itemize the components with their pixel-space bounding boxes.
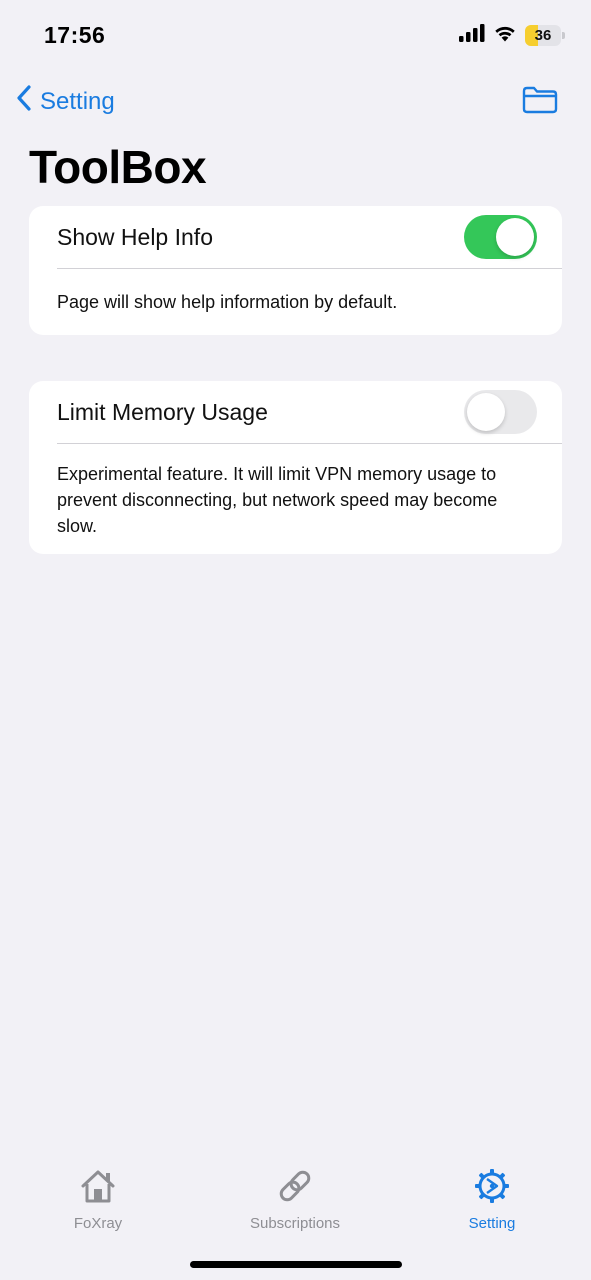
chevron-left-icon: [16, 84, 32, 119]
setting-description: Page will show help information by defau…: [57, 292, 398, 312]
gear-icon: [473, 1168, 511, 1209]
status-icons: 36: [459, 24, 565, 47]
status-time: 17:56: [44, 22, 106, 48]
wifi-icon: [493, 24, 517, 47]
battery-level: 36: [534, 27, 552, 44]
navigation-bar: Setting: [0, 82, 591, 122]
link-icon: [276, 1168, 314, 1209]
tab-subscriptions[interactable]: Subscriptions: [215, 1168, 375, 1232]
limit-memory-usage-toggle[interactable]: [464, 390, 537, 434]
home-indicator: [190, 1261, 402, 1268]
setting-card-show-help-info: Show Help Info Page will show help infor…: [29, 206, 562, 335]
setting-description: Experimental feature. It will limit VPN …: [57, 464, 498, 536]
tab-foxray[interactable]: FoXray: [18, 1168, 178, 1232]
setting-card-limit-memory-usage: Limit Memory Usage Experimental feature.…: [29, 381, 562, 554]
show-help-info-toggle[interactable]: [464, 215, 537, 259]
status-bar: 17:56 36: [0, 0, 591, 70]
setting-row: Limit Memory Usage: [29, 381, 562, 443]
home-icon: [78, 1168, 118, 1209]
setting-label: Show Help Info: [57, 223, 213, 250]
toggle-knob: [496, 218, 534, 256]
battery-icon: 36: [525, 25, 565, 46]
back-button[interactable]: Setting: [16, 84, 115, 119]
folder-icon: [521, 86, 559, 119]
back-label: Setting: [40, 87, 115, 115]
cellular-signal-icon: [459, 24, 485, 47]
tab-setting[interactable]: Setting: [412, 1168, 572, 1232]
page-title: ToolBox: [29, 141, 207, 193]
tab-bar: FoXray Subscriptions Setting: [0, 1160, 591, 1240]
tab-label: Setting: [468, 1215, 516, 1232]
tab-label: Subscriptions: [249, 1215, 341, 1232]
tab-label: FoXray: [73, 1215, 123, 1232]
folder-button[interactable]: [521, 85, 559, 120]
setting-row: Show Help Info: [29, 206, 562, 268]
toggle-knob: [467, 393, 505, 431]
setting-label: Limit Memory Usage: [57, 398, 268, 425]
